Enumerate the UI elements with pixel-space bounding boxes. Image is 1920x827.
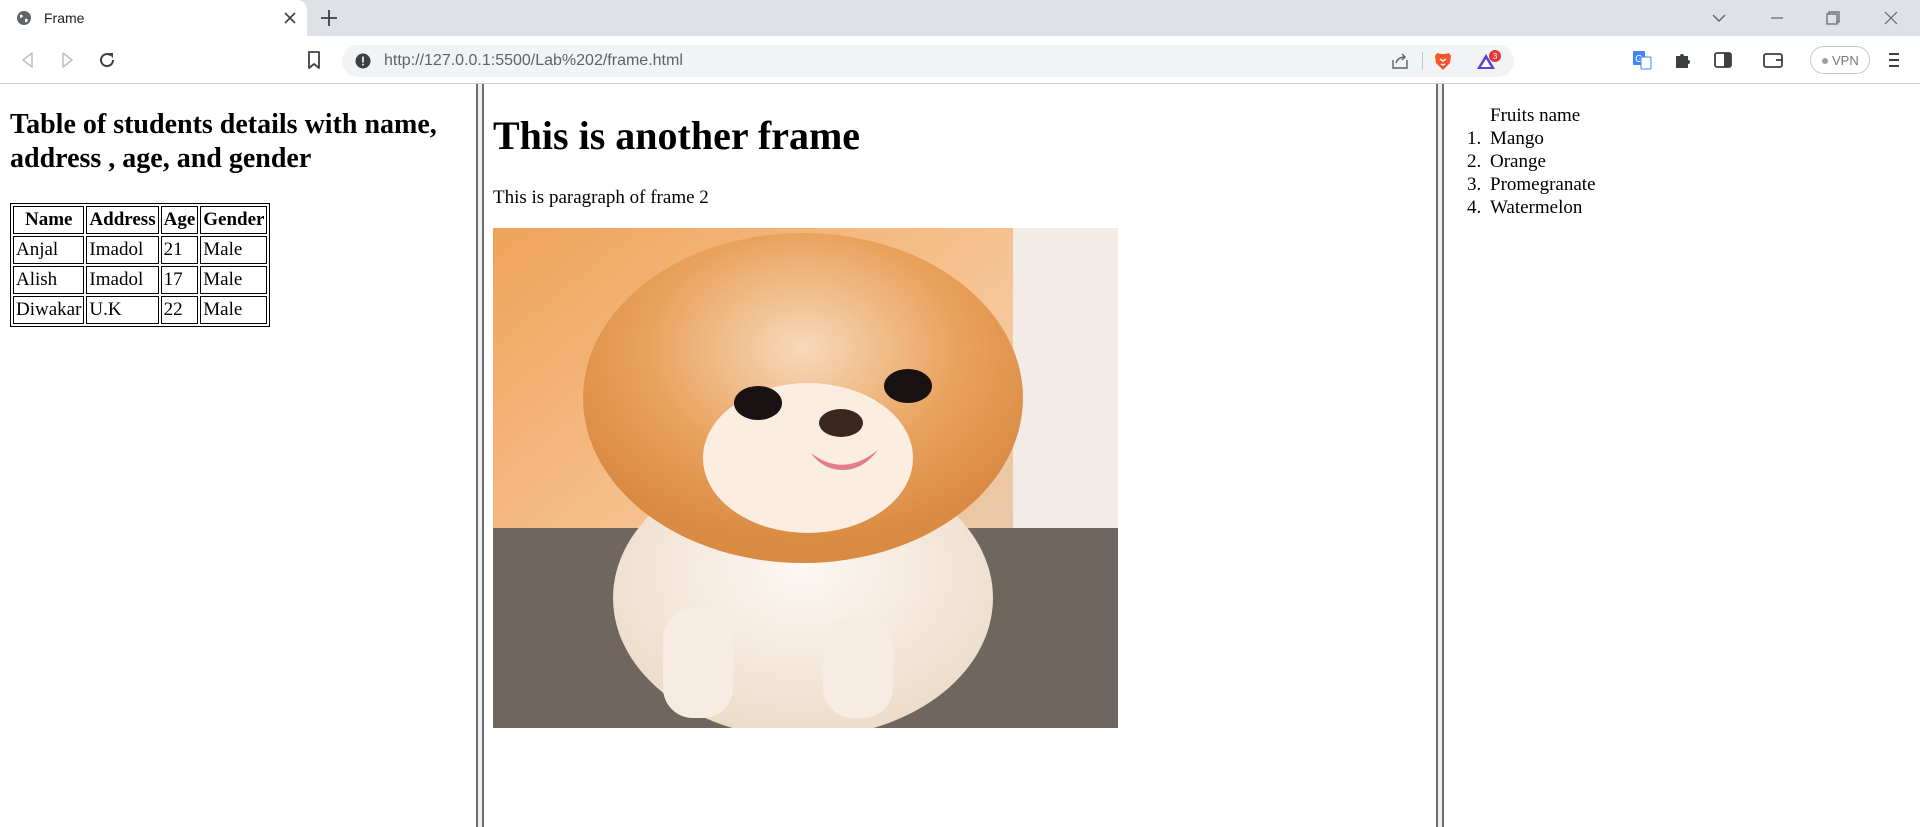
translate-icon[interactable]: G bbox=[1630, 48, 1654, 72]
list-item: 2. Orange bbox=[1467, 150, 1596, 173]
vpn-status-dot bbox=[1822, 58, 1828, 64]
table-row: Alish Imadol 17 Male bbox=[13, 266, 268, 294]
table-cell: Male bbox=[200, 296, 268, 324]
list-item: 1. Mango bbox=[1467, 127, 1596, 150]
frame-left: Table of students details with name, add… bbox=[0, 84, 476, 827]
reload-icon[interactable] bbox=[95, 48, 119, 72]
info-icon[interactable] bbox=[355, 53, 371, 69]
students-heading: Table of students details with name, add… bbox=[10, 109, 437, 174]
fruit-name: Promegranate bbox=[1490, 174, 1596, 195]
list-number: 1. bbox=[1467, 128, 1482, 149]
fruit-name: Watermelon bbox=[1490, 197, 1583, 218]
back-icon[interactable] bbox=[16, 48, 40, 72]
browser-toolbar: http://127.0.0.1:5500/Lab%202/frame.html… bbox=[0, 36, 1920, 84]
table-cell: Imadol bbox=[86, 236, 159, 264]
plus-icon[interactable] bbox=[318, 7, 340, 29]
url-text[interactable]: http://127.0.0.1:5500/Lab%202/frame.html bbox=[384, 52, 683, 70]
table-cell: 21 bbox=[160, 236, 199, 264]
sidebar-icon[interactable] bbox=[1711, 48, 1735, 72]
forward-icon[interactable] bbox=[55, 48, 79, 72]
list-number: 3. bbox=[1467, 174, 1482, 195]
column-header: Gender bbox=[200, 206, 268, 234]
puppy-image bbox=[493, 228, 1118, 728]
frame-paragraph: This is paragraph of frame 2 bbox=[493, 187, 709, 208]
list-item: 4. Watermelon bbox=[1467, 196, 1596, 219]
column-header: Age bbox=[160, 206, 199, 234]
browser-tab[interactable]: Frame bbox=[0, 0, 307, 36]
table-cell: Anjal bbox=[13, 236, 85, 264]
table-cell: 17 bbox=[160, 266, 199, 294]
list-number: 4. bbox=[1467, 197, 1482, 218]
restore-icon[interactable] bbox=[1821, 6, 1845, 30]
tab-strip: Frame bbox=[0, 0, 1920, 36]
table-cell: U.K bbox=[86, 296, 159, 324]
table-cell: Male bbox=[200, 266, 268, 294]
minimize-icon[interactable] bbox=[1765, 6, 1789, 30]
share-icon[interactable] bbox=[1390, 51, 1410, 71]
frame-right: Fruits name 1. Mango 2. Orange 3. Promegran… bbox=[1444, 84, 1920, 827]
frame-border[interactable] bbox=[476, 84, 484, 827]
globe-icon bbox=[17, 11, 31, 25]
column-header: Name bbox=[13, 206, 85, 234]
brave-lion-icon[interactable] bbox=[1432, 50, 1454, 72]
window-close-icon[interactable] bbox=[1879, 6, 1903, 30]
list-item: 3. Promegranate bbox=[1467, 173, 1596, 196]
frame-border[interactable] bbox=[1436, 84, 1444, 827]
table-cell: Diwakar bbox=[13, 296, 85, 324]
list-number: 2. bbox=[1467, 151, 1482, 172]
table-cell: Male bbox=[200, 236, 268, 264]
chevron-down-icon[interactable] bbox=[1709, 8, 1729, 28]
vpn-button[interactable]: VPN bbox=[1810, 46, 1870, 74]
tab-title: Frame bbox=[44, 10, 85, 26]
fruit-name: Orange bbox=[1490, 151, 1546, 172]
url-separator bbox=[1422, 52, 1423, 70]
table-row: Anjal Imadol 21 Male bbox=[13, 236, 268, 264]
frame-heading: This is another frame bbox=[493, 113, 861, 158]
column-header: Address bbox=[86, 206, 159, 234]
menu-icon[interactable] bbox=[1882, 48, 1906, 72]
bookmark-icon[interactable] bbox=[302, 48, 326, 72]
frame-middle: This is another frame This is paragraph … bbox=[484, 84, 1436, 827]
address-bar[interactable]: http://127.0.0.1:5500/Lab%202/frame.html… bbox=[342, 45, 1514, 77]
vpn-label: VPN bbox=[1832, 53, 1859, 68]
fruit-name: Mango bbox=[1490, 128, 1544, 149]
fruits-list-title: Fruits name bbox=[1490, 105, 1581, 126]
page-content: Table of students details with name, add… bbox=[0, 84, 1920, 827]
rewards-badge-count: 3 bbox=[1493, 52, 1498, 61]
brave-rewards-icon[interactable]: 3 bbox=[1476, 50, 1502, 72]
wallet-icon[interactable] bbox=[1761, 48, 1785, 72]
fruits-list: 1. Mango 2. Orange 3. Promegranate 4. Waterm… bbox=[1467, 127, 1596, 219]
fruits-list-block: Fruits name 1. Mango 2. Orange 3. Promegran… bbox=[1467, 104, 1596, 219]
puzzle-icon[interactable] bbox=[1671, 48, 1695, 72]
students-table: Name Address Age Gender Anjal Imadol 21 … bbox=[10, 203, 271, 327]
table-cell: Alish bbox=[13, 266, 85, 294]
table-row: Diwakar U.K 22 Male bbox=[13, 296, 268, 324]
table-cell: Imadol bbox=[86, 266, 159, 294]
close-icon[interactable] bbox=[280, 8, 300, 28]
table-header-row: Name Address Age Gender bbox=[13, 206, 268, 234]
table-cell: 22 bbox=[160, 296, 199, 324]
